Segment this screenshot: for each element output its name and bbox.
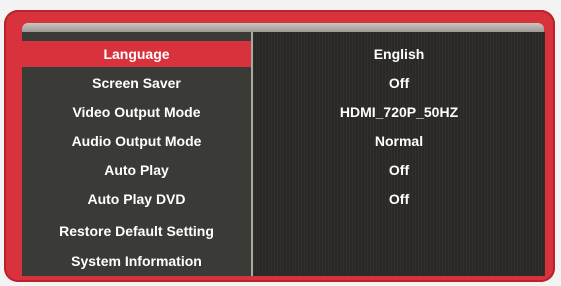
value-auto-play-dvd[interactable]: Off: [253, 186, 545, 212]
menu-item-language[interactable]: Language: [22, 41, 251, 67]
menu-item-auto-play[interactable]: Auto Play: [22, 157, 251, 183]
menu-item-label: Video Output Mode: [72, 104, 201, 120]
menu-item-label: Restore Default Setting: [59, 223, 214, 239]
value-video-output-mode[interactable]: HDMI_720P_50HZ: [253, 99, 545, 125]
value-language[interactable]: English: [253, 41, 545, 67]
menu-item-screen-saver[interactable]: Screen Saver: [22, 70, 251, 96]
value-text: Off: [388, 75, 410, 91]
menu-item-label: Auto Play: [104, 162, 169, 178]
menu-item-label: Auto Play DVD: [87, 191, 186, 207]
value-auto-play[interactable]: Off: [253, 157, 545, 183]
menu-item-label: Audio Output Mode: [71, 133, 202, 149]
menu-item-restore-default-setting[interactable]: Restore Default Setting: [22, 218, 251, 244]
menu-item-label: System Information: [71, 253, 202, 269]
value-text: English: [373, 46, 425, 62]
value-text: Off: [388, 191, 410, 207]
menu-item-label: Language: [103, 46, 170, 62]
menu-item-label: Screen Saver: [92, 75, 181, 91]
value-column: [253, 32, 545, 276]
value-text: HDMI_720P_50HZ: [339, 104, 459, 120]
value-screen-saver[interactable]: Off: [253, 70, 545, 96]
value-text: Normal: [374, 133, 424, 149]
value-audio-output-mode[interactable]: Normal: [253, 128, 545, 154]
menu-item-system-information[interactable]: System Information: [22, 248, 251, 274]
menu-item-video-output-mode[interactable]: Video Output Mode: [22, 99, 251, 125]
value-text: Off: [388, 162, 410, 178]
settings-screen: Language English Screen Saver Off Video …: [22, 32, 545, 276]
menu-item-audio-output-mode[interactable]: Audio Output Mode: [22, 128, 251, 154]
menu-item-auto-play-dvd[interactable]: Auto Play DVD: [22, 186, 251, 212]
